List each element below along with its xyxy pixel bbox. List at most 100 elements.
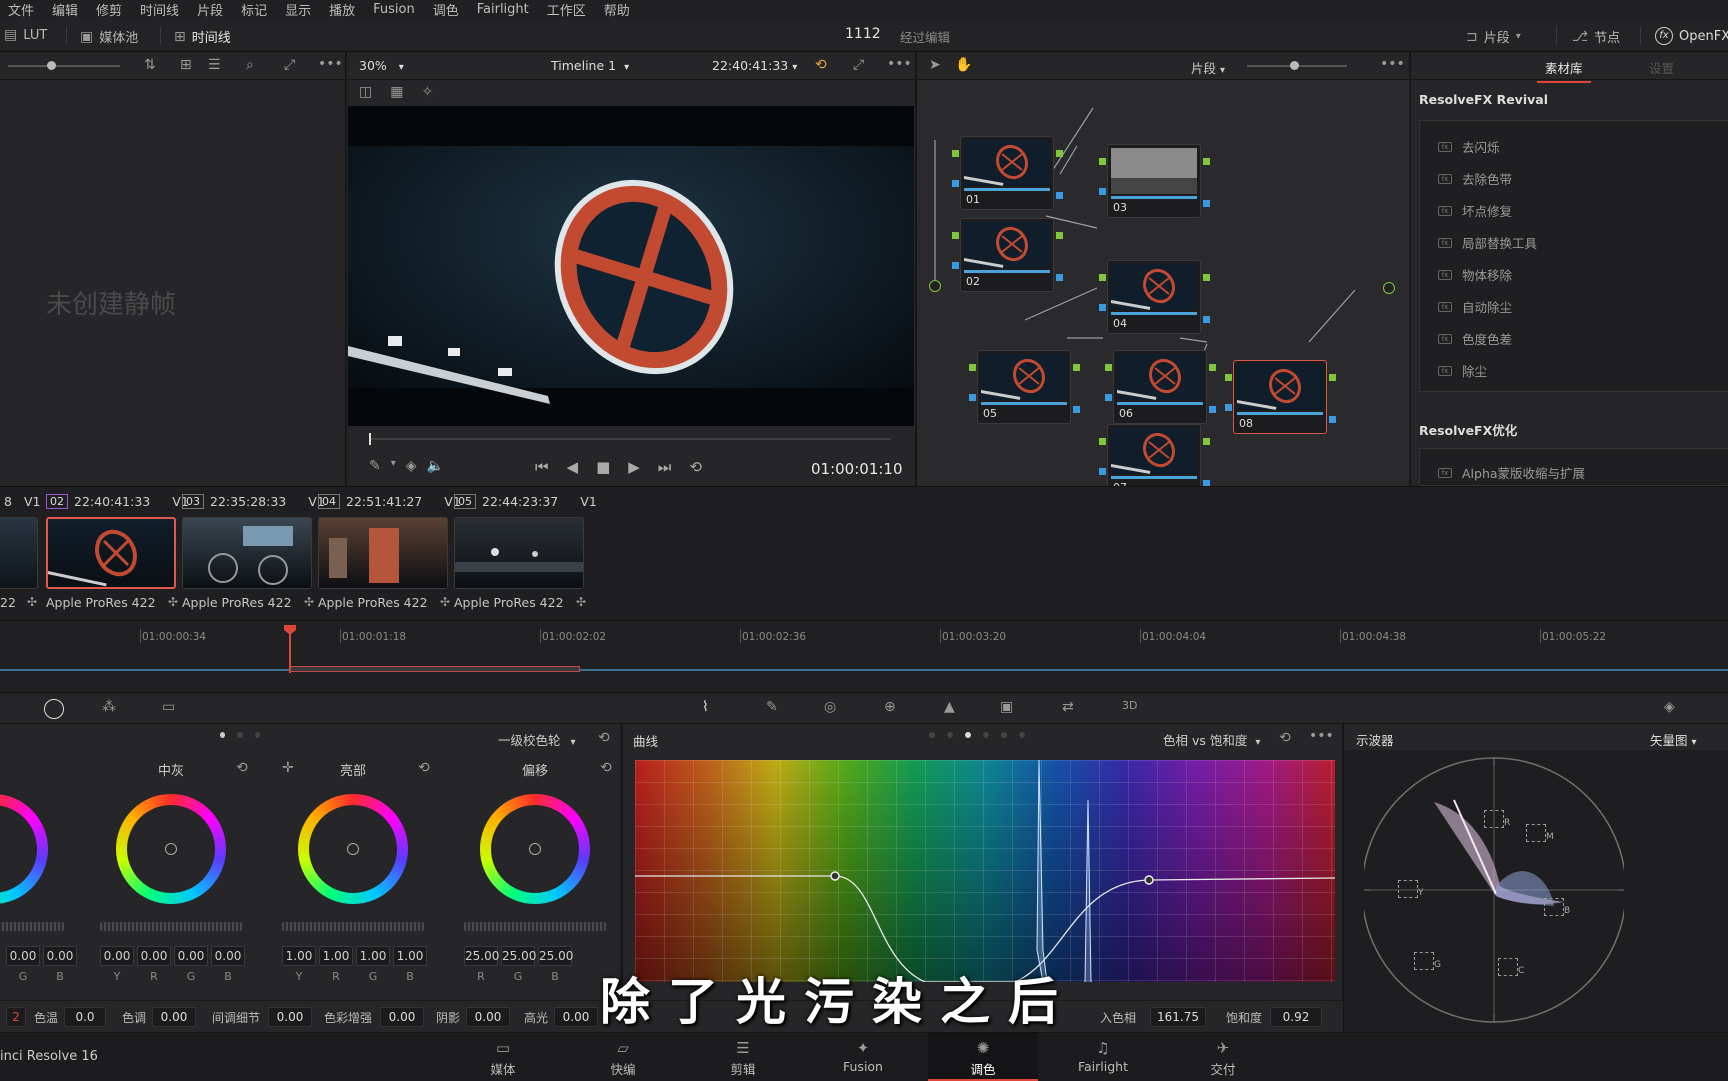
node-output-pin[interactable] xyxy=(1073,364,1080,371)
color-boost-field[interactable]: 0.00 xyxy=(380,1007,424,1027)
wheel-value-field[interactable]: 0.00 xyxy=(174,946,208,966)
page-tab-3[interactable]: ✦ Fusion xyxy=(808,1033,918,1081)
more-options-icon[interactable]: ••• xyxy=(887,56,912,72)
menu-item[interactable]: 文件 xyxy=(0,0,44,19)
clip-settings-icon[interactable]: ✣ xyxy=(304,595,314,609)
node-05[interactable]: 05 xyxy=(977,350,1071,424)
menu-item[interactable]: 修剪 xyxy=(88,0,132,19)
play-icon[interactable]: ▶ xyxy=(628,458,640,476)
tint-field[interactable]: 0.00 xyxy=(152,1007,196,1027)
more-options-icon[interactable]: ••• xyxy=(1309,728,1334,744)
qualifier-icon[interactable]: ✎ xyxy=(766,699,778,715)
menu-item[interactable]: 播放 xyxy=(321,0,365,19)
menu-item[interactable]: 编辑 xyxy=(44,0,88,19)
node-zoom-handle[interactable] xyxy=(1290,61,1299,70)
clip-settings-icon[interactable]: ✣ xyxy=(168,595,178,609)
node-03[interactable]: 03 xyxy=(1107,144,1201,218)
page-tab-6[interactable]: ✈ 交付 xyxy=(1168,1033,1278,1081)
clip-mode-dropdown[interactable]: ⊐ 片段 ▾ xyxy=(1466,27,1521,47)
search-icon[interactable]: ⌕ xyxy=(246,57,254,73)
wheel-value-field[interactable]: 25.00 xyxy=(464,946,499,966)
node-output-pin[interactable] xyxy=(1203,438,1210,445)
color-wheel-ring[interactable] xyxy=(0,794,48,904)
reset-icon[interactable]: ⟲ xyxy=(600,760,612,776)
menu-item[interactable]: 显示 xyxy=(277,0,321,19)
pointer-icon[interactable]: ➤ xyxy=(929,57,941,73)
skip-end-icon[interactable]: ⏭ xyxy=(658,458,672,476)
sort-icon[interactable]: ⇅ xyxy=(144,57,156,73)
clip-thumbnail[interactable] xyxy=(46,517,176,589)
layers-icon[interactable]: ◈ xyxy=(406,458,417,474)
clip-settings-icon[interactable]: ✣ xyxy=(27,595,37,609)
wheel-value-field[interactable]: 1.00 xyxy=(319,946,353,966)
node-input-pin[interactable] xyxy=(952,232,959,239)
fx-item-2[interactable]: fx 坏点修复 xyxy=(1438,201,1512,220)
node-output-pin[interactable] xyxy=(1209,364,1216,371)
sizing-icon[interactable]: ⇄ xyxy=(1062,699,1074,715)
clip-thumbnail[interactable] xyxy=(454,517,584,589)
input-node[interactable] xyxy=(929,280,941,292)
chevron-down-icon[interactable]: ▾ xyxy=(391,458,396,474)
tab-settings[interactable]: 设置 xyxy=(1649,58,1674,77)
node-output-pin[interactable] xyxy=(1056,150,1063,157)
wheel-value-field[interactable]: 0.00 xyxy=(43,946,77,966)
speaker-icon[interactable]: 🔈 xyxy=(427,458,444,474)
source-timecode[interactable]: 22:40:41:33 ▾ xyxy=(712,58,797,73)
menu-item[interactable]: 工作区 xyxy=(539,0,596,19)
master-wheel-slider[interactable] xyxy=(0,922,64,931)
menu-item[interactable]: 标记 xyxy=(233,0,277,19)
menu-item[interactable]: 时间线 xyxy=(132,0,189,19)
input-hue-field[interactable]: 161.75 xyxy=(1150,1007,1206,1027)
node-mode-dropdown[interactable]: 片段 ▾ xyxy=(1191,58,1225,77)
page-tab-2[interactable]: ☰ 剪辑 xyxy=(688,1033,798,1081)
wheel-value-field[interactable]: 0.00 xyxy=(6,946,40,966)
output-node[interactable] xyxy=(1383,282,1395,294)
scope-mode-dropdown[interactable]: 矢量图 ▾ xyxy=(1650,730,1697,749)
node-input-pin[interactable] xyxy=(952,262,959,269)
tracker-icon[interactable]: ⊕ xyxy=(884,699,896,715)
page-tab-4[interactable]: ✺ 调色 xyxy=(928,1033,1038,1081)
node-input-pin[interactable] xyxy=(969,394,976,401)
reset-icon[interactable]: ⟲ xyxy=(236,760,248,776)
openfx-button[interactable]: fx OpenFX xyxy=(1655,27,1728,45)
page-tab-1[interactable]: ▱ 快编 xyxy=(568,1033,678,1081)
node-output-pin[interactable] xyxy=(1056,274,1063,281)
reset-icon[interactable]: ⟲ xyxy=(1279,730,1291,746)
window-icon[interactable]: ◎ xyxy=(824,699,836,715)
node-output-pin[interactable] xyxy=(1056,232,1063,239)
fx-item-4[interactable]: fx 物体移除 xyxy=(1438,265,1512,284)
node-input-pin[interactable] xyxy=(969,364,976,371)
playhead-marker-icon[interactable] xyxy=(284,625,296,635)
node-input-pin[interactable] xyxy=(952,180,959,187)
skip-start-icon[interactable]: ⏮ xyxy=(535,458,549,476)
clip-thumbnail-partial[interactable] xyxy=(0,517,38,589)
color-wheels-icon[interactable] xyxy=(44,699,64,719)
midtone-detail-field[interactable]: 0.00 xyxy=(268,1007,312,1027)
motion-effects-icon[interactable]: ▭ xyxy=(162,699,175,715)
node-input-pin[interactable] xyxy=(1099,438,1106,445)
shadow-field[interactable]: 0.00 xyxy=(466,1007,510,1027)
fx-item-opt-0[interactable]: fx Alpha蒙版收缩与扩展 xyxy=(1438,463,1585,482)
wheel-value-field[interactable]: 1.00 xyxy=(356,946,390,966)
menu-item[interactable]: 片段 xyxy=(189,0,233,19)
wheel-value-field[interactable]: 25.00 xyxy=(501,946,536,966)
node-01[interactable]: 01 xyxy=(960,136,1054,210)
wheel-center-handle[interactable] xyxy=(529,843,541,855)
fx-item-1[interactable]: fx 去除色带 xyxy=(1438,169,1512,188)
saturation-field[interactable]: 0.92 xyxy=(1270,1007,1322,1027)
color-picker-icon[interactable]: ✎ xyxy=(369,458,381,474)
node-input-pin[interactable] xyxy=(1099,158,1106,165)
wheel-value-field[interactable]: 1.00 xyxy=(393,946,427,966)
node-input-pin[interactable] xyxy=(1105,364,1112,371)
keyframes-icon[interactable]: ◈ xyxy=(1664,699,1675,715)
grid-view-icon[interactable]: ⊞ xyxy=(180,57,192,73)
node-input-pin[interactable] xyxy=(1225,404,1232,411)
play-reverse-icon[interactable]: ◀ xyxy=(567,458,579,476)
node-output-pin[interactable] xyxy=(1073,406,1080,413)
node-06[interactable]: 06 xyxy=(1113,350,1207,424)
master-wheel-slider[interactable] xyxy=(100,922,242,931)
more-options-icon[interactable]: ••• xyxy=(318,56,343,72)
master-wheel-slider[interactable] xyxy=(464,922,606,931)
wheel-value-field[interactable]: 1.00 xyxy=(282,946,316,966)
fx-item-5[interactable]: fx 自动除尘 xyxy=(1438,297,1512,316)
